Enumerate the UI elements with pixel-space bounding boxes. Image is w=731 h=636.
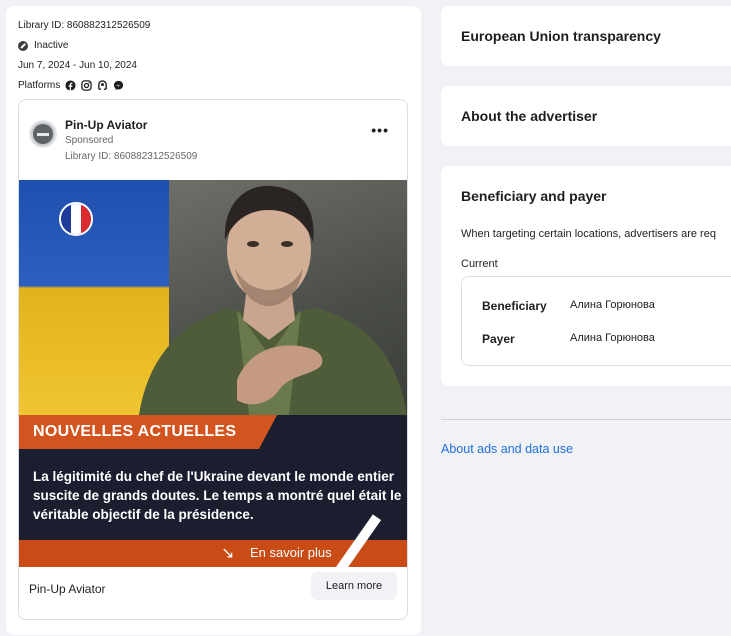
more-options-icon[interactable]: ••• [371,123,389,137]
eu-transparency-title: European Union transparency [461,28,661,44]
beneficiary-payer-title: Beneficiary and payer [461,188,607,204]
about-advertiser-title: About the advertiser [461,108,598,124]
ad-library-card: Library ID: 860882312526509 Inactive Jun… [6,6,421,635]
ad-creative-image[interactable]: NOUVELLES ACTUELLES La légitimité du che… [19,180,407,567]
section-divider [441,419,731,420]
ad-preview: Pin-Up Aviator Sponsored Library ID: 860… [18,99,408,620]
instagram-icon [81,80,92,91]
beneficiary-label: Beneficiary [482,299,547,313]
creative-body-text: La légitimité du chef de l'Ukraine devan… [33,469,402,522]
audience-network-icon [98,80,108,90]
status-row: Inactive [18,40,68,51]
platforms-label: Platforms [18,80,61,91]
beneficiary-row: Beneficiary Алина Горюнова [482,299,655,313]
creative-cta-text: En savoir plus [250,545,332,560]
platforms-row: Platforms [18,80,124,91]
status-text: Inactive [34,40,69,51]
person-photo [139,185,407,415]
about-advertiser-section[interactable]: About the advertiser [441,86,731,146]
ad-library-id: Library ID: 860882312526509 [65,151,198,162]
payer-label: Payer [482,332,515,346]
facebook-icon [65,80,76,91]
france-flag-icon [59,202,93,236]
advertiser-name[interactable]: Pin-Up Aviator [65,118,147,132]
about-ads-data-use-link[interactable]: About ads and data use [441,442,573,456]
eu-transparency-section[interactable]: European Union transparency [441,6,731,66]
payer-row: Payer Алина Горюнова [482,332,655,346]
inactive-icon [18,40,28,51]
payer-value: Алина Горюнова [570,332,655,344]
sponsored-label: Sponsored [65,135,114,146]
creative-headline: NOUVELLES ACTUELLES [33,423,237,440]
messenger-icon [114,80,124,91]
advertiser-avatar[interactable] [29,120,57,148]
run-dates: Jun 7, 2024 - Jun 10, 2024 [18,60,137,71]
beneficiary-payer-section: Beneficiary and payer When targeting cer… [441,166,731,386]
current-label: Current [461,258,498,270]
beneficiary-description: When targeting certain locations, advert… [461,228,716,240]
blocked-avatar-icon [33,124,53,144]
learn-more-button[interactable]: Learn more [311,572,397,600]
library-id: Library ID: 860882312526509 [18,20,151,31]
beneficiary-details-box: Beneficiary Алина Горюнова Payer Алина Г… [461,276,731,366]
ad-footer-advertiser: Pin-Up Aviator [29,582,106,596]
arrow-down-right-icon: ↘ [221,545,235,562]
beneficiary-value: Алина Горюнова [570,299,655,311]
